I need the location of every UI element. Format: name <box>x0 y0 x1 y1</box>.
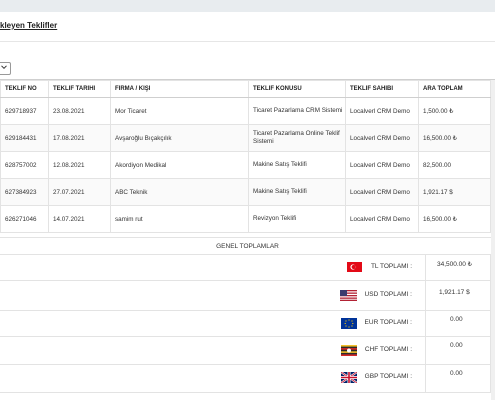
title-divider <box>0 41 495 42</box>
col-header-offer-no[interactable]: TEKLIF NO <box>0 80 49 98</box>
cell-owner: Localverl CRM Demo <box>345 205 419 233</box>
col-header-company[interactable]: FIRMA / KIŞI <box>110 80 249 98</box>
divider <box>425 311 426 337</box>
totals-row-gbp: GBP TOPLAMI : 0.00 <box>0 365 495 393</box>
totals-label: CHF TOPLAMI : <box>364 346 412 353</box>
totals-label: TL TOPLAMI : <box>370 263 412 270</box>
usa-flag-icon <box>340 290 357 301</box>
table-row[interactable]: 627384923 27.07.2021 ABC Teknik Makine S… <box>0 178 495 206</box>
divider <box>425 337 426 365</box>
cell-offer-no: 629718937 <box>0 97 49 125</box>
page-size-select[interactable] <box>0 62 11 75</box>
cell-subtotal: 16,500.00 ₺ <box>418 205 491 233</box>
cell-company: Akordiyon Medikal <box>110 151 249 179</box>
cell-offer-date: 23.08.2021 <box>48 97 111 125</box>
totals-value: 0.00 <box>450 342 463 349</box>
divider <box>425 365 426 393</box>
turkey-flag-icon <box>347 262 362 272</box>
cell-offer-no: 626271046 <box>0 205 49 233</box>
col-header-offer-date[interactable]: TEKLIF TARIHI <box>48 80 111 98</box>
totals-label: GBP TOPLAMI : <box>364 373 412 380</box>
cell-subject: Revizyon Teklifi <box>248 205 346 233</box>
cell-owner: Localverl CRM Demo <box>345 151 419 179</box>
cell-subject: Ticaret Pazarlama Online Teklif Sistemi <box>248 124 346 152</box>
divider <box>425 255 426 281</box>
cell-subtotal: 16,500.00 ₺ <box>418 124 491 152</box>
eu-flag-icon <box>341 318 357 329</box>
cell-subject: Ticaret Pazarlama CRM Sistemi <box>248 97 346 125</box>
totals-label: USD TOPLAMI : <box>364 291 412 298</box>
cell-offer-no: 628757002 <box>0 151 49 179</box>
totals-value: 34,500.00 ₺ <box>437 261 472 268</box>
totals-label: EUR TOPLAMI : <box>364 319 412 326</box>
top-bar <box>0 0 495 12</box>
table-row[interactable]: 629718937 23.08.2021 Mor Ticaret Ticaret… <box>0 97 495 125</box>
chevron-down-icon <box>1 65 7 70</box>
table-header-row: TEKLIF NO TEKLIF TARIHI FIRMA / KIŞI TEK… <box>0 80 495 98</box>
table-row[interactable]: 629184431 17.08.2021 Avşaroğlu Bıçakçılı… <box>0 124 495 152</box>
switzerland-flag-icon <box>341 345 357 356</box>
totals-row-chf: CHF TOPLAMI : 0.00 <box>0 337 495 365</box>
cell-offer-date: 12.08.2021 <box>48 151 111 179</box>
page-title[interactable]: kleyen Teklifler <box>0 21 57 30</box>
cell-owner: Localverl CRM Demo <box>345 97 419 125</box>
col-header-subtotal[interactable]: ARA TOPLAM <box>418 80 491 98</box>
totals-heading: GENEL TOPLAMLAR <box>0 237 495 255</box>
cell-offer-date: 14.07.2021 <box>48 205 111 233</box>
cell-company: ABC Teknik <box>110 178 249 206</box>
cell-offer-date: 27.07.2021 <box>48 178 111 206</box>
vertical-scrollbar[interactable] <box>491 80 495 400</box>
table-row[interactable]: 626271046 14.07.2021 samim rut Revizyon … <box>0 205 495 233</box>
cell-subtotal: 1,500.00 ₺ <box>418 97 491 125</box>
cell-company: Avşaroğlu Bıçakçılık <box>110 124 249 152</box>
uk-flag-icon <box>341 372 357 383</box>
totals-value: 0.00 <box>450 316 463 323</box>
cell-subtotal: 82,500.00 <box>418 151 491 179</box>
cell-owner: Localverl CRM Demo <box>345 124 419 152</box>
totals-value: 0.00 <box>450 370 463 377</box>
offers-table: TEKLIF NO TEKLIF TARIHI FIRMA / KIŞI TEK… <box>0 80 495 233</box>
totals-row-usd: USD TOPLAMI : 1,921.17 $ <box>0 281 495 311</box>
col-header-subject[interactable]: TEKLIF KONUSU <box>248 80 346 98</box>
totals-value: 1,921.17 $ <box>439 289 470 296</box>
cell-subtotal: 1,921.17 $ <box>418 178 491 206</box>
cell-company: Mor Ticaret <box>110 97 249 125</box>
cell-company: samim rut <box>110 205 249 233</box>
table-row[interactable]: 628757002 12.08.2021 Akordiyon Medikal M… <box>0 151 495 179</box>
col-header-owner[interactable]: TEKLIF SAHIBI <box>345 80 419 98</box>
cell-offer-date: 17.08.2021 <box>48 124 111 152</box>
cell-subject: Makine Satış Teklifi <box>248 151 346 179</box>
totals-row-tl: TL TOPLAMI : 34,500.00 ₺ <box>0 255 495 281</box>
cell-owner: Localverl CRM Demo <box>345 178 419 206</box>
divider <box>425 281 426 311</box>
totals-row-eur: EUR TOPLAMI : 0.00 <box>0 311 495 337</box>
cell-offer-no: 627384923 <box>0 178 49 206</box>
cell-subject: Makine Satış Teklifi <box>248 178 346 206</box>
cell-offer-no: 629184431 <box>0 124 49 152</box>
